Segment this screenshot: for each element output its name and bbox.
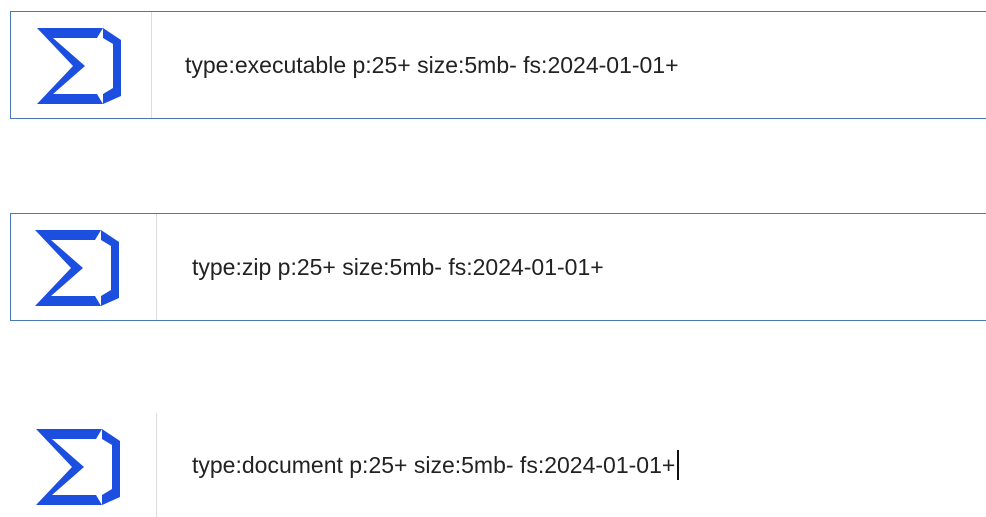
search-bar: type:document p:25+ size:5mb- fs:2024-01… <box>10 413 986 517</box>
search-query-text: type:executable p:25+ size:5mb- fs:2024-… <box>185 51 679 78</box>
search-bar: type:executable p:25+ size:5mb- fs:2024-… <box>10 11 986 119</box>
search-input[interactable]: type:executable p:25+ size:5mb- fs:2024-… <box>185 12 679 118</box>
search-query-text: type:zip p:25+ size:5mb- fs:2024-01-01+ <box>192 253 604 280</box>
sigma-icon <box>37 28 121 104</box>
search-bar: type:zip p:25+ size:5mb- fs:2024-01-01+ <box>10 213 986 321</box>
search-input[interactable]: type:zip p:25+ size:5mb- fs:2024-01-01+ <box>192 214 604 320</box>
logo-cell[interactable] <box>11 214 157 320</box>
logo-cell[interactable] <box>10 413 157 517</box>
search-input[interactable]: type:document p:25+ size:5mb- fs:2024-01… <box>192 413 680 517</box>
sigma-icon <box>35 230 119 306</box>
sigma-icon <box>36 429 120 505</box>
search-query-text: type:document p:25+ size:5mb- fs:2024-01… <box>192 451 676 478</box>
text-caret <box>677 450 680 480</box>
logo-cell[interactable] <box>11 12 152 118</box>
